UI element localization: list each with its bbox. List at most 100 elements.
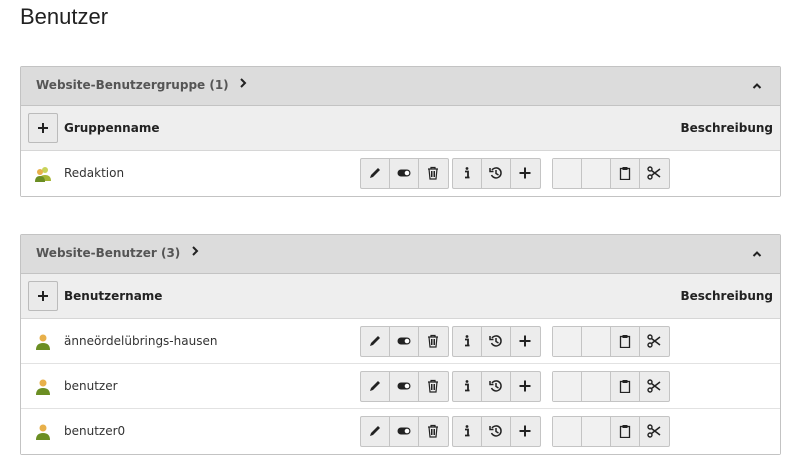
page-title: Benutzer <box>20 4 109 29</box>
collapse-button[interactable] <box>748 243 766 263</box>
paste-button[interactable] <box>611 327 640 356</box>
pencil-icon <box>370 336 380 346</box>
edit-button[interactable] <box>361 327 390 356</box>
history-button[interactable] <box>482 372 511 401</box>
cut-button[interactable] <box>640 417 669 446</box>
empty-slot <box>582 327 611 356</box>
panel-title[interactable]: Website-Benutzer (3) <box>36 246 180 260</box>
edit-button[interactable] <box>361 417 390 446</box>
clipboard-icon <box>619 425 631 438</box>
record-actions-primary <box>360 371 449 402</box>
toggle-button[interactable] <box>390 327 419 356</box>
new-record-button[interactable] <box>511 372 540 401</box>
info-icon <box>465 425 470 437</box>
cut-button[interactable] <box>640 327 669 356</box>
empty-slot <box>553 327 582 356</box>
empty-slot <box>582 372 611 401</box>
paste-button[interactable] <box>611 372 640 401</box>
clipboard-actions <box>552 326 670 357</box>
history-button[interactable] <box>482 159 511 188</box>
info-button[interactable] <box>453 372 482 401</box>
paste-button[interactable] <box>611 159 640 188</box>
plus-icon <box>519 425 531 437</box>
edit-button[interactable] <box>361 372 390 401</box>
scissors-icon <box>647 379 661 393</box>
pencil-icon <box>370 168 380 178</box>
new-record-button[interactable] <box>511 417 540 446</box>
user-icon <box>36 424 50 440</box>
panel-title[interactable]: Website-Benutzergruppe (1) <box>36 78 229 92</box>
record-actions-primary <box>360 326 449 357</box>
plus-icon <box>38 123 48 133</box>
info-icon <box>465 380 470 392</box>
chevron-up-icon <box>752 251 762 257</box>
user-icon <box>36 334 50 350</box>
pencil-icon <box>370 426 380 436</box>
column-header-description[interactable]: Beschreibung <box>680 121 773 135</box>
toggle-icon <box>397 337 411 345</box>
table-row[interactable]: benutzer0 <box>21 409 780 454</box>
cut-button[interactable] <box>640 159 669 188</box>
table-row[interactable]: Redaktion <box>21 151 780 196</box>
history-button[interactable] <box>482 417 511 446</box>
table-row[interactable]: änneördelübrings-hausen <box>21 319 780 364</box>
column-header-description[interactable]: Beschreibung <box>680 289 773 303</box>
plus-icon <box>519 380 531 392</box>
clipboard-icon <box>619 167 631 180</box>
history-icon <box>489 380 502 392</box>
panel-header[interactable]: Website-Benutzer (3) <box>21 235 780 274</box>
row-label[interactable]: benutzer <box>64 379 118 393</box>
delete-button[interactable] <box>419 372 448 401</box>
delete-button[interactable] <box>419 159 448 188</box>
delete-button[interactable] <box>419 327 448 356</box>
panel-user-groups: Website-Benutzergruppe (1) Gruppenname B… <box>20 66 781 197</box>
column-header-name[interactable]: Benutzername <box>64 289 162 303</box>
history-button[interactable] <box>482 327 511 356</box>
info-button[interactable] <box>453 327 482 356</box>
cut-button[interactable] <box>640 372 669 401</box>
toggle-icon <box>397 382 411 390</box>
row-label[interactable]: änneördelübrings-hausen <box>64 334 217 348</box>
empty-slot <box>553 159 582 188</box>
row-label[interactable]: benutzer0 <box>64 424 125 438</box>
column-header-row: Gruppenname Beschreibung <box>21 106 780 151</box>
history-icon <box>489 167 502 179</box>
toggle-button[interactable] <box>390 417 419 446</box>
row-label[interactable]: Redaktion <box>64 166 124 180</box>
new-record-button[interactable] <box>511 159 540 188</box>
paste-button[interactable] <box>611 417 640 446</box>
clipboard-icon <box>619 335 631 348</box>
plus-icon <box>519 335 531 347</box>
history-icon <box>489 335 502 347</box>
info-button[interactable] <box>453 417 482 446</box>
scissors-icon <box>647 166 661 180</box>
toggle-button[interactable] <box>390 372 419 401</box>
user-icon <box>36 379 50 395</box>
toggle-button[interactable] <box>390 159 419 188</box>
trash-icon <box>428 424 438 438</box>
chevron-right-icon[interactable] <box>239 77 247 91</box>
add-user-button[interactable] <box>28 281 58 311</box>
scissors-icon <box>647 334 661 348</box>
trash-icon <box>428 166 438 180</box>
delete-button[interactable] <box>419 417 448 446</box>
trash-icon <box>428 379 438 393</box>
scissors-icon <box>647 424 661 438</box>
chevron-right-icon[interactable] <box>191 245 199 259</box>
collapse-button[interactable] <box>748 75 766 95</box>
record-actions-primary <box>360 416 449 447</box>
add-group-button[interactable] <box>28 113 58 143</box>
empty-slot <box>582 159 611 188</box>
panel-header[interactable]: Website-Benutzergruppe (1) <box>21 67 780 106</box>
toggle-icon <box>397 427 411 435</box>
new-record-button[interactable] <box>511 327 540 356</box>
table-row[interactable]: benutzer <box>21 364 780 409</box>
edit-button[interactable] <box>361 159 390 188</box>
record-actions-secondary <box>452 326 541 357</box>
column-header-row: Benutzername Beschreibung <box>21 274 780 319</box>
clipboard-actions <box>552 371 670 402</box>
info-icon <box>465 167 470 179</box>
info-button[interactable] <box>453 159 482 188</box>
column-header-name[interactable]: Gruppenname <box>64 121 159 135</box>
plus-icon <box>38 291 48 301</box>
